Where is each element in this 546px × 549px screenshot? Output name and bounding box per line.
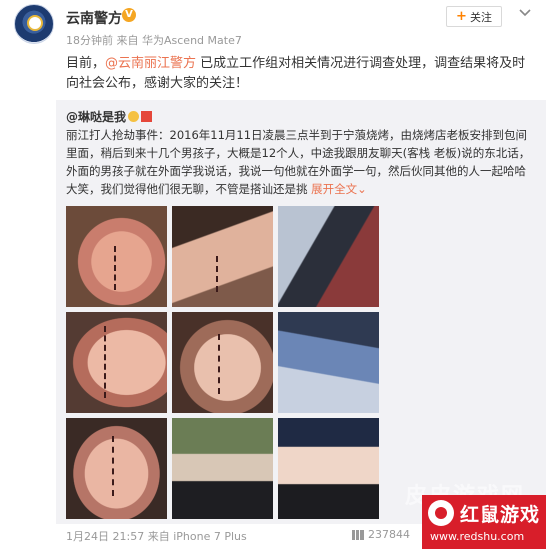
post-image-4[interactable] [66, 312, 167, 413]
post-time[interactable]: 18分钟前 [66, 34, 113, 47]
post-text: 目前，@云南丽江警方 已成立工作组对相关情况进行调查处理，调查结果将及时向社会公… [66, 54, 534, 94]
username[interactable]: 云南警方 [66, 8, 122, 28]
post-image-2[interactable] [172, 206, 273, 307]
stitch-mark [112, 436, 114, 496]
image-grid [66, 206, 379, 521]
police-emblem-icon [27, 15, 43, 31]
repost-author[interactable]: @琳哒是我 [66, 108, 153, 125]
plus-icon: + [456, 9, 467, 24]
repost-body: 丽江打人抢劫事件：2016年11月11日凌晨三点半到于宁蒗烧烤，由烧烤店老板安排… [66, 128, 531, 196]
view-count[interactable]: 237844 [352, 528, 410, 541]
post-text-prefix: 目前， [66, 56, 106, 71]
follow-label: 关注 [469, 10, 492, 24]
source-device[interactable]: 华为Ascend Mate7 [142, 34, 242, 47]
post-image-3[interactable] [278, 206, 379, 307]
expand-full-text-link[interactable]: 展开全文⌄ [311, 182, 367, 196]
view-count-value: 237844 [368, 528, 410, 541]
post-footer: 1月24日 21:57 来自 iPhone 7 Plus [66, 528, 247, 544]
post-header: 云南警方 V 18分钟前 来自 华为Ascend Mate7 + 关注 [0, 0, 546, 50]
post-image-9[interactable] [278, 418, 379, 519]
mention-link[interactable]: @云南丽江警方 [105, 56, 196, 71]
post-image-7[interactable] [66, 418, 167, 519]
source-prefix: 来自 [116, 34, 139, 47]
watermark-url: www.redshu.com [430, 530, 525, 543]
stitch-mark [104, 326, 106, 398]
repost-text: 丽江打人抢劫事件：2016年11月11日凌晨三点半到于宁蒗烧烤，由烧烤店老板安排… [66, 126, 536, 198]
post-meta: 18分钟前 来自 华为Ascend Mate7 [66, 32, 242, 48]
post-image-8[interactable] [172, 418, 273, 519]
stitch-mark [114, 246, 116, 290]
redshu-logo-icon [428, 500, 454, 526]
verified-badge-icon: V [122, 8, 136, 22]
expand-label: 展开全文 [311, 182, 358, 196]
post-image-1[interactable] [66, 206, 167, 307]
watermark-title: 红鼠游戏 [460, 504, 541, 526]
smile-emoji-icon [128, 111, 140, 122]
repost-block: @琳哒是我 丽江打人抢劫事件：2016年11月11日凌晨三点半到于宁蒗烧烤，由烧… [56, 100, 546, 524]
follow-button[interactable]: + 关注 [446, 6, 502, 27]
footer-date[interactable]: 1月24日 21:57 [66, 530, 144, 543]
post-image-6[interactable] [278, 312, 379, 413]
chart-icon [352, 529, 364, 540]
expand-chevron-icon: ⌄ [357, 182, 367, 196]
stitch-mark [218, 334, 220, 394]
stitch-mark [216, 256, 218, 292]
chevron-down-icon[interactable] [518, 8, 532, 18]
post-image-5[interactable] [172, 312, 273, 413]
footer-device[interactable]: iPhone 7 Plus [173, 530, 247, 543]
repost-author-name[interactable]: @琳哒是我 [66, 110, 126, 124]
avatar[interactable] [14, 4, 54, 44]
footer-source-prefix: 来自 [147, 530, 170, 543]
gift-emoji-icon [141, 111, 153, 122]
